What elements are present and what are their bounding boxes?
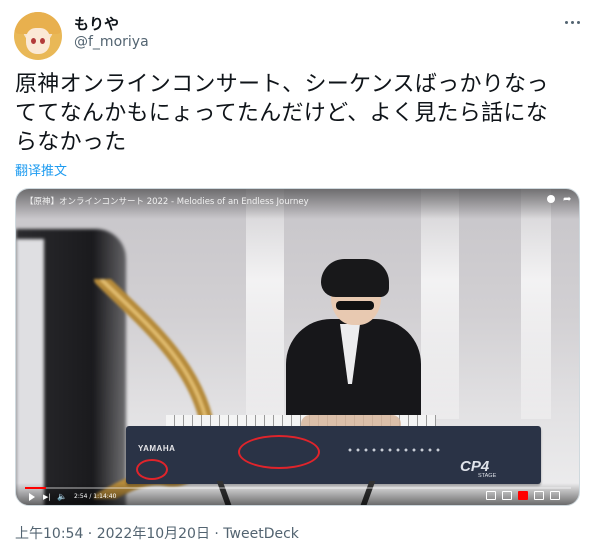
share-icon[interactable]: ➦ — [563, 194, 571, 205]
more-options-icon[interactable] — [560, 12, 584, 32]
fullscreen-icon[interactable] — [550, 491, 560, 500]
tweet-timestamp[interactable]: 上午10:54 · 2022年10月20日 · TweetDeck — [15, 523, 299, 543]
next-icon[interactable]: ▶| — [43, 493, 51, 501]
tweet-text: 原神オンラインコンサート、シーケンスばっかりなっ ててなんかもにょってたんだけど… — [15, 72, 549, 155]
avatar[interactable] — [14, 12, 62, 60]
volume-icon[interactable]: 🔈 — [57, 492, 67, 501]
settings-icon[interactable] — [518, 491, 528, 500]
keyboard-brand: YAMAHA — [138, 444, 176, 453]
user-handle[interactable]: @f_moriya — [74, 34, 149, 50]
annotation-circle-panel — [238, 435, 320, 469]
display-name[interactable]: もりや — [74, 13, 119, 34]
video-embed[interactable]: YAMAHA CP4 STAGE 【原神】オンラインコンサート 2022 - M… — [15, 188, 580, 506]
watch-later-icon[interactable] — [547, 195, 555, 203]
keyboard-model-sub: STAGE — [478, 473, 497, 479]
autoplay-icon[interactable] — [486, 491, 496, 500]
miniplayer-icon[interactable] — [534, 491, 544, 500]
progress-bar[interactable] — [25, 487, 571, 489]
translate-link[interactable]: 翻译推文 — [15, 160, 67, 179]
subtitles-icon[interactable] — [502, 491, 512, 500]
video-time: 2:54 / 1:14:40 — [74, 493, 117, 500]
video-title[interactable]: 【原神】オンラインコンサート 2022 - Melodies of an End… — [25, 195, 309, 207]
play-icon[interactable] — [29, 493, 35, 501]
annotation-circle-jack — [136, 459, 168, 480]
